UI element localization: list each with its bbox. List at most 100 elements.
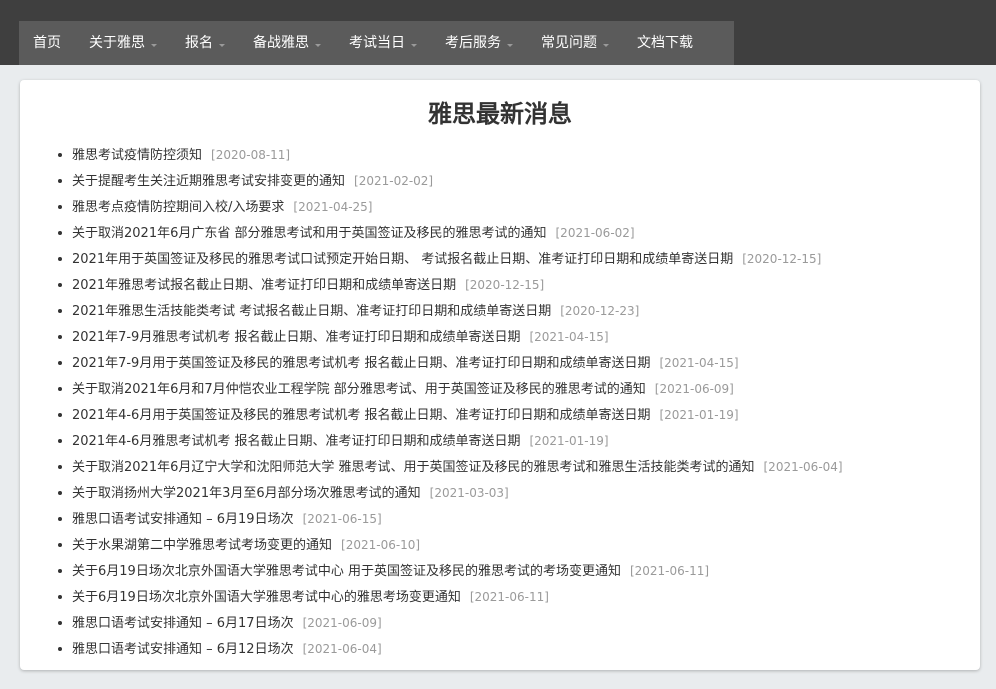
nav-item[interactable]: 关于雅思 (75, 21, 171, 65)
bullet-icon (58, 491, 62, 495)
main-nav: 首页 关于雅思 报名 备战雅思 考试当日 考后服务 常见问题 文档下载 (19, 21, 734, 65)
news-list-item: 雅思考点疫情防控期间入校/入场要求 [2021-04-25] (54, 194, 843, 220)
news-date: [2021-06-04] (302, 642, 382, 656)
caret-down-icon (219, 43, 225, 47)
news-link[interactable]: 关于6月19日场次北京外国语大学雅思考试中心 用于英国签证及移民的雅思考试的考场… (72, 564, 621, 579)
news-link[interactable]: 关于取消2021年6月广东省 部分雅思考试和用于英国签证及移民的雅思考试的通知 (72, 226, 547, 241)
nav-item-label: 报名 (185, 35, 213, 51)
news-panel: 雅思最新消息 雅思考试疫情防控须知 [2020-08-11] 关于提醒考生关注近期雅… (20, 80, 980, 670)
nav-item[interactable]: 文档下载 (623, 21, 707, 65)
news-date: [2020-12-15] (465, 278, 545, 292)
nav-item[interactable]: 考后服务 (431, 21, 527, 65)
news-list-item: 关于取消2021年6月辽宁大学和沈阳师范大学 雅思考试、用于英国签证及移民的雅思… (54, 454, 843, 480)
bullet-icon (58, 569, 62, 573)
news-list-item: 关于取消扬州大学2021年3月至6月部分场次雅思考试的通知 [2021-03-03… (54, 480, 843, 506)
news-link[interactable]: 2021年4-6月用于英国签证及移民的雅思考试机考 报名截止日期、准考证打印日期… (72, 408, 650, 423)
news-date: [2021-02-02] (354, 174, 434, 188)
nav-item-label: 首页 (33, 35, 61, 51)
nav-item-label: 备战雅思 (253, 35, 309, 51)
bullet-icon (58, 283, 62, 287)
news-link[interactable]: 雅思考点疫情防控期间入校/入场要求 (72, 200, 284, 215)
bullet-icon (58, 439, 62, 443)
news-list-item: 雅思口语考试安排通知 – 6月17日场次 [2021-06-09] (54, 610, 843, 636)
news-date: [2021-01-19] (659, 408, 739, 422)
news-date: [2021-01-19] (529, 434, 609, 448)
news-link[interactable]: 关于水果湖第二中学雅思考试考场变更的通知 (72, 538, 332, 553)
news-link[interactable]: 关于6月19日场次北京外国语大学雅思考试中心的雅思考场变更通知 (72, 590, 461, 605)
news-link[interactable]: 2021年4-6月雅思考试机考 报名截止日期、准考证打印日期和成绩单寄送日期 (72, 434, 520, 449)
news-list-item: 2021年7-9月雅思考试机考 报名截止日期、准考证打印日期和成绩单寄送日期 [2… (54, 324, 843, 350)
news-date: [2021-06-10] (341, 538, 421, 552)
news-link[interactable]: 雅思口语考试安排通知 – 6月17日场次 (72, 616, 294, 631)
nav-item[interactable]: 考试当日 (335, 21, 431, 65)
nav-item[interactable]: 备战雅思 (239, 21, 335, 65)
nav-item-label: 文档下载 (637, 35, 693, 51)
bullet-icon (58, 543, 62, 547)
news-list-item: 关于6月19日场次北京外国语大学雅思考试中心 用于英国签证及移民的雅思考试的考场… (54, 558, 843, 584)
bullet-icon (58, 413, 62, 417)
news-date: [2021-03-03] (429, 486, 509, 500)
news-date: [2021-04-25] (293, 200, 373, 214)
news-list-item: 2021年用于英国签证及移民的雅思考试口试预定开始日期、 考试报名截止日期、准考… (54, 246, 843, 272)
news-date: [2021-06-09] (654, 382, 734, 396)
news-link[interactable]: 2021年7-9月雅思考试机考 报名截止日期、准考证打印日期和成绩单寄送日期 (72, 330, 520, 345)
bullet-icon (58, 205, 62, 209)
nav-item[interactable]: 首页 (19, 21, 75, 65)
bullet-icon (58, 595, 62, 599)
news-list-item: 关于取消2021年6月广东省 部分雅思考试和用于英国签证及移民的雅思考试的通知 [… (54, 220, 843, 246)
bullet-icon (58, 465, 62, 469)
top-header-bar: 首页 关于雅思 报名 备战雅思 考试当日 考后服务 常见问题 文档下载 (0, 0, 996, 65)
news-list-item: 关于6月19日场次北京外国语大学雅思考试中心的雅思考场变更通知 [2021-06-… (54, 584, 843, 610)
news-link[interactable]: 关于取消2021年6月和7月仲恺农业工程学院 部分雅思考试、用于英国签证及移民的… (72, 382, 646, 397)
news-link[interactable]: 关于取消扬州大学2021年3月至6月部分场次雅思考试的通知 (72, 486, 421, 501)
news-list-item: 关于取消2021年6月和7月仲恺农业工程学院 部分雅思考试、用于英国签证及移民的… (54, 376, 843, 402)
news-link[interactable]: 关于提醒考生关注近期雅思考试安排变更的通知 (72, 174, 345, 189)
news-list-item: 2021年4-6月用于英国签证及移民的雅思考试机考 报名截止日期、准考证打印日期… (54, 402, 843, 428)
news-link[interactable]: 雅思口语考试安排通知 – 6月12日场次 (72, 642, 294, 657)
nav-item[interactable]: 常见问题 (527, 21, 623, 65)
news-date: [2021-04-15] (659, 356, 739, 370)
news-list-item: 2021年雅思考试报名截止日期、准考证打印日期和成绩单寄送日期 [2020-12-… (54, 272, 843, 298)
news-link[interactable]: 2021年7-9月用于英国签证及移民的雅思考试机考 报名截止日期、准考证打印日期… (72, 356, 650, 371)
bullet-icon (58, 361, 62, 365)
bullet-icon (58, 309, 62, 313)
news-link[interactable]: 雅思口语考试安排通知 – 6月19日场次 (72, 512, 294, 527)
news-link[interactable]: 关于取消2021年6月辽宁大学和沈阳师范大学 雅思考试、用于英国签证及移民的雅思… (72, 460, 755, 475)
nav-item-label: 关于雅思 (89, 35, 145, 51)
news-list: 雅思考试疫情防控须知 [2020-08-11] 关于提醒考生关注近期雅思考试安排变更… (54, 142, 843, 662)
news-date: [2021-06-11] (469, 590, 549, 604)
bullet-icon (58, 231, 62, 235)
news-list-item: 2021年4-6月雅思考试机考 报名截止日期、准考证打印日期和成绩单寄送日期 [2… (54, 428, 843, 454)
bullet-icon (58, 257, 62, 261)
news-link[interactable]: 2021年雅思生活技能类考试 考试报名截止日期、准考证打印日期和成绩单寄送日期 (72, 304, 551, 319)
caret-down-icon (151, 43, 157, 47)
bullet-icon (58, 153, 62, 157)
nav-item-label: 考试当日 (349, 35, 405, 51)
bullet-icon (58, 387, 62, 391)
news-list-item: 关于提醒考生关注近期雅思考试安排变更的通知 [2021-02-02] (54, 168, 843, 194)
news-list-item: 关于水果湖第二中学雅思考试考场变更的通知 [2021-06-10] (54, 532, 843, 558)
news-date: [2021-06-09] (302, 616, 382, 630)
news-date: [2021-06-15] (302, 512, 382, 526)
nav-item[interactable]: 报名 (171, 21, 239, 65)
news-list-item: 2021年雅思生活技能类考试 考试报名截止日期、准考证打印日期和成绩单寄送日期 [… (54, 298, 843, 324)
news-list-item: 雅思口语考试安排通知 – 6月19日场次 [2021-06-15] (54, 506, 843, 532)
caret-down-icon (411, 43, 417, 47)
news-link[interactable]: 2021年雅思考试报名截止日期、准考证打印日期和成绩单寄送日期 (72, 278, 456, 293)
bullet-icon (58, 335, 62, 339)
caret-down-icon (603, 43, 609, 47)
news-date: [2020-12-23] (560, 304, 640, 318)
bullet-icon (58, 647, 62, 651)
page-title: 雅思最新消息 (428, 100, 572, 128)
bullet-icon (58, 517, 62, 521)
news-date: [2021-06-11] (629, 564, 710, 578)
news-link[interactable]: 2021年用于英国签证及移民的雅思考试口试预定开始日期、 考试报名截止日期、准考… (72, 252, 733, 267)
nav-item-label: 考后服务 (445, 35, 501, 51)
news-date: [2020-08-11] (211, 148, 291, 162)
news-link[interactable]: 雅思考试疫情防控须知 (72, 148, 202, 163)
news-list-item: 雅思考试疫情防控须知 [2020-08-11] (54, 142, 843, 168)
caret-down-icon (507, 43, 513, 47)
bullet-icon (58, 179, 62, 183)
news-date: [2021-06-02] (555, 226, 635, 240)
news-date: [2021-04-15] (529, 330, 609, 344)
